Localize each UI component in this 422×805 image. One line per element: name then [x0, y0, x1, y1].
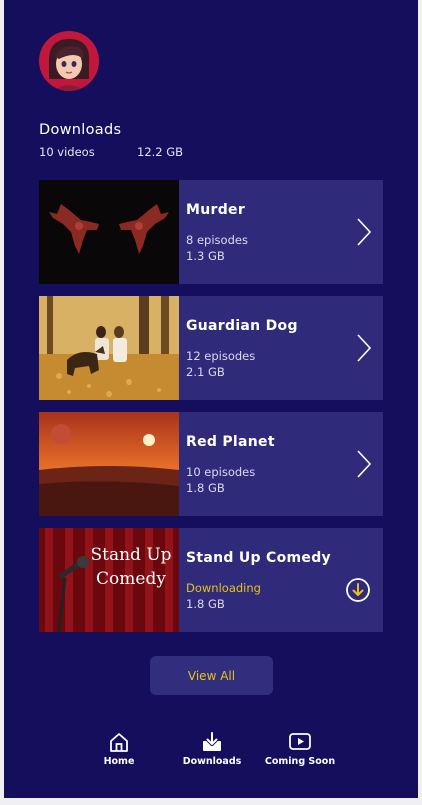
video-count: 10 videos — [39, 145, 95, 159]
download-item-stand-up-comedy[interactable]: Stand Up Comedy Stand Up Comedy Download… — [39, 528, 383, 632]
item-title: Red Planet — [186, 434, 275, 450]
thumb-text-line1: Stand Up — [90, 545, 171, 565]
download-item-murder[interactable]: Murder 8 episodes 1.3 GB — [39, 180, 383, 284]
download-circle-icon[interactable] — [345, 577, 371, 603]
item-size: 2.1 GB — [186, 365, 225, 379]
thumbnail-red-planet — [39, 412, 179, 516]
item-title: Stand Up Comedy — [186, 550, 331, 566]
item-episodes: 12 episodes — [186, 349, 256, 363]
home-icon — [110, 733, 128, 752]
nav-label-downloads: Downloads — [182, 756, 242, 767]
item-episodes: 8 episodes — [186, 233, 248, 247]
item-episodes: 10 episodes — [186, 465, 256, 479]
download-icon — [203, 731, 221, 751]
item-size: 1.8 GB — [186, 481, 225, 495]
item-title: Murder — [186, 202, 246, 218]
download-item-guardian-dog[interactable]: Guardian Dog 12 episodes 2.1 GB — [39, 296, 383, 400]
chevron-right-icon[interactable] — [355, 449, 373, 479]
downloads-screen: Downloads 10 videos 12.2 GB Murder 8 epi… — [4, 0, 418, 798]
item-size: 1.8 GB — [186, 597, 225, 611]
total-size: 12.2 GB — [137, 145, 184, 159]
user-avatar[interactable] — [39, 31, 99, 91]
view-all-button[interactable]: View All — [150, 656, 273, 695]
nav-label-home: Home — [103, 756, 135, 767]
downloading-status: Downloading — [186, 581, 261, 595]
nav-downloads[interactable]: Downloads — [179, 731, 245, 767]
thumbnail-murder — [39, 180, 179, 284]
thumbnail-guardian-dog — [39, 296, 179, 400]
item-size: 1.3 GB — [186, 249, 225, 263]
nav-coming-soon[interactable]: Coming Soon — [262, 731, 338, 767]
avatar-image — [39, 31, 99, 91]
chevron-right-icon[interactable] — [355, 333, 373, 363]
thumbnail-stand-up-comedy: Stand Up Comedy — [39, 528, 179, 632]
play-icon — [289, 733, 311, 750]
nav-label-coming-soon: Coming Soon — [264, 756, 336, 767]
chevron-right-icon[interactable] — [355, 217, 373, 247]
nav-home[interactable]: Home — [99, 731, 139, 767]
downloads-title: Downloads — [39, 122, 122, 138]
thumb-text-line2: Comedy — [96, 569, 166, 589]
item-title: Guardian Dog — [186, 318, 298, 334]
download-item-red-planet[interactable]: Red Planet 10 episodes 1.8 GB — [39, 412, 383, 516]
